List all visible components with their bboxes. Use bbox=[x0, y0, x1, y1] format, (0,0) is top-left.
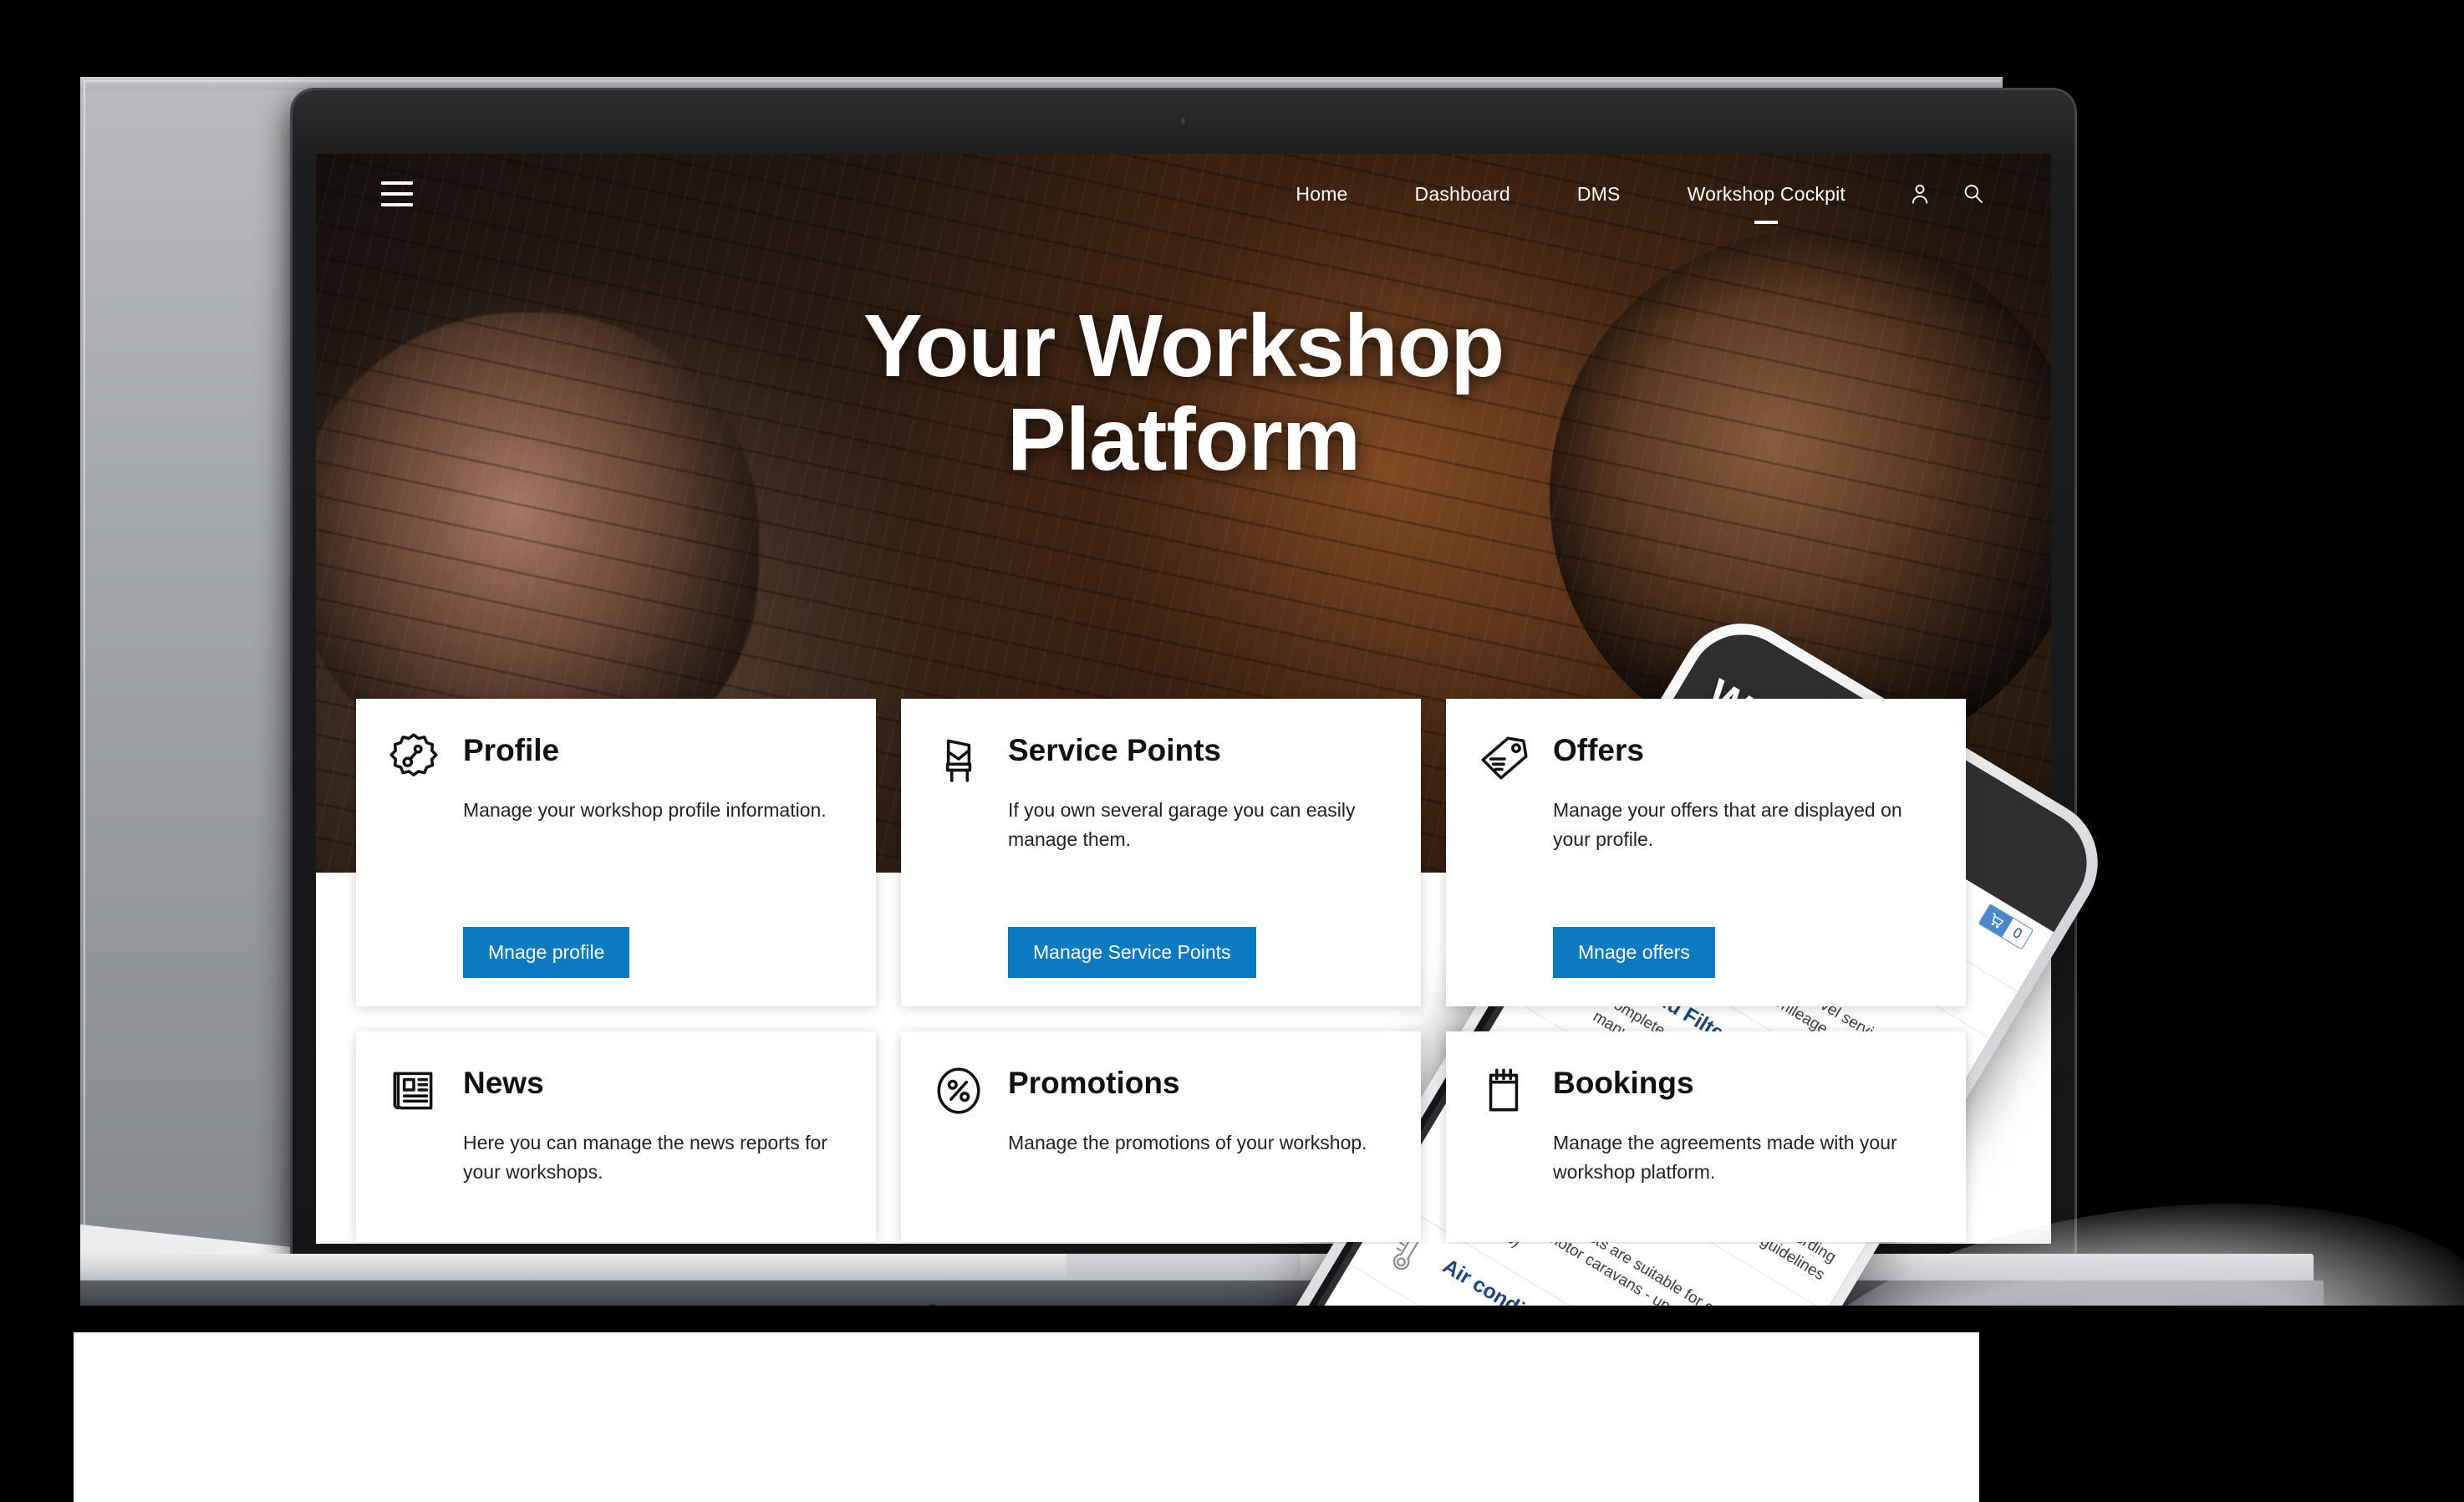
white-base-plate-front bbox=[74, 1332, 1979, 1502]
website-viewport: Home Dashboard DMS Workshop Cockpit Your… bbox=[316, 154, 2051, 1244]
card-promotions[interactable]: Promotions Manage the promotions of your… bbox=[901, 1031, 1421, 1242]
nav-item-home[interactable]: Home bbox=[1262, 183, 1381, 206]
card-description: Manage the promotions of your workshop. bbox=[1008, 1132, 1367, 1153]
top-navigation-bar: Home Dashboard DMS Workshop Cockpit bbox=[316, 154, 2051, 234]
card-offers[interactable]: Offers Manage your offers that are displ… bbox=[1446, 699, 1966, 1006]
card-news[interactable]: News Here you can manage the news report… bbox=[356, 1031, 876, 1242]
device-mockup-stage: Home Dashboard DMS Workshop Cockpit Your… bbox=[0, 0, 2464, 1502]
laptop-screen: Home Dashboard DMS Workshop Cockpit Your… bbox=[316, 154, 2051, 1244]
price-tag-icon bbox=[1476, 731, 1531, 786]
nav-item-workshop-cockpit[interactable]: Workshop Cockpit bbox=[1654, 183, 1879, 206]
percent-circle-icon bbox=[931, 1063, 986, 1118]
card-header: Offers bbox=[1476, 729, 1932, 786]
webcam-icon bbox=[1180, 117, 1187, 128]
card-header: Profile bbox=[386, 729, 843, 786]
newspaper-icon bbox=[386, 1063, 441, 1118]
card-header: Bookings bbox=[1476, 1062, 1932, 1118]
hamburger-bar-1 bbox=[381, 181, 413, 185]
card-description: Manage your workshop profile information… bbox=[463, 799, 827, 821]
card-description: Here you can manage the news reports for… bbox=[463, 1132, 827, 1183]
gear-wrench-icon bbox=[386, 731, 441, 786]
laptop-top-bezel bbox=[293, 90, 2075, 154]
backdrop-mask-left bbox=[0, 0, 80, 1502]
hamburger-bar-3 bbox=[381, 203, 413, 206]
card-header: Promotions bbox=[931, 1062, 1387, 1118]
card-description: Manage your offers that are displayed on… bbox=[1553, 799, 1902, 850]
card-service-points[interactable]: Service Points If you own several garage… bbox=[901, 699, 1421, 1006]
car-lift-icon bbox=[931, 731, 986, 786]
card-title: Profile bbox=[463, 733, 560, 767]
card-header: Service Points bbox=[931, 729, 1387, 786]
manage-profile-button[interactable]: Mnage profile bbox=[463, 927, 630, 978]
card-title: Bookings bbox=[1553, 1066, 1694, 1100]
calendar-icon bbox=[1476, 1063, 1531, 1118]
hero-title-line-1: Your Workshop bbox=[863, 297, 1504, 395]
manage-offers-button[interactable]: Mnage offers bbox=[1553, 927, 1715, 978]
hero-title: Your Workshop Platform bbox=[316, 299, 2051, 487]
card-bookings[interactable]: Bookings Manage the agreements made with… bbox=[1446, 1031, 1966, 1242]
nav-item-dms[interactable]: DMS bbox=[1544, 183, 1654, 206]
card-title: Service Points bbox=[1008, 733, 1222, 767]
backdrop-mask-top bbox=[0, 0, 2464, 77]
hero-title-line-2: Platform bbox=[1007, 390, 1361, 490]
card-title: News bbox=[463, 1066, 544, 1100]
card-header: News bbox=[386, 1062, 843, 1118]
nav-item-dashboard[interactable]: Dashboard bbox=[1382, 183, 1544, 206]
card-description: If you own several garage you can easily… bbox=[1008, 799, 1356, 850]
card-description: Manage the agreements made with your wor… bbox=[1553, 1132, 1897, 1183]
laptop-device: Home Dashboard DMS Workshop Cockpit Your… bbox=[43, 90, 2324, 1327]
card-title: Promotions bbox=[1008, 1066, 1180, 1100]
nav-links: Home Dashboard DMS Workshop Cockpit bbox=[1262, 181, 1986, 206]
card-profile[interactable]: Profile Manage your workshop profile inf… bbox=[356, 699, 876, 1006]
card-title: Offers bbox=[1553, 733, 1644, 767]
overview-card-grid: Profile Manage your workshop profile inf… bbox=[356, 699, 1973, 1242]
search-icon[interactable] bbox=[1961, 181, 1986, 206]
manage-service-points-button[interactable]: Manage Service Points bbox=[1008, 927, 1256, 978]
hamburger-bar-2 bbox=[381, 192, 413, 196]
hamburger-menu-icon[interactable] bbox=[381, 181, 413, 206]
user-account-icon[interactable] bbox=[1907, 181, 1932, 206]
